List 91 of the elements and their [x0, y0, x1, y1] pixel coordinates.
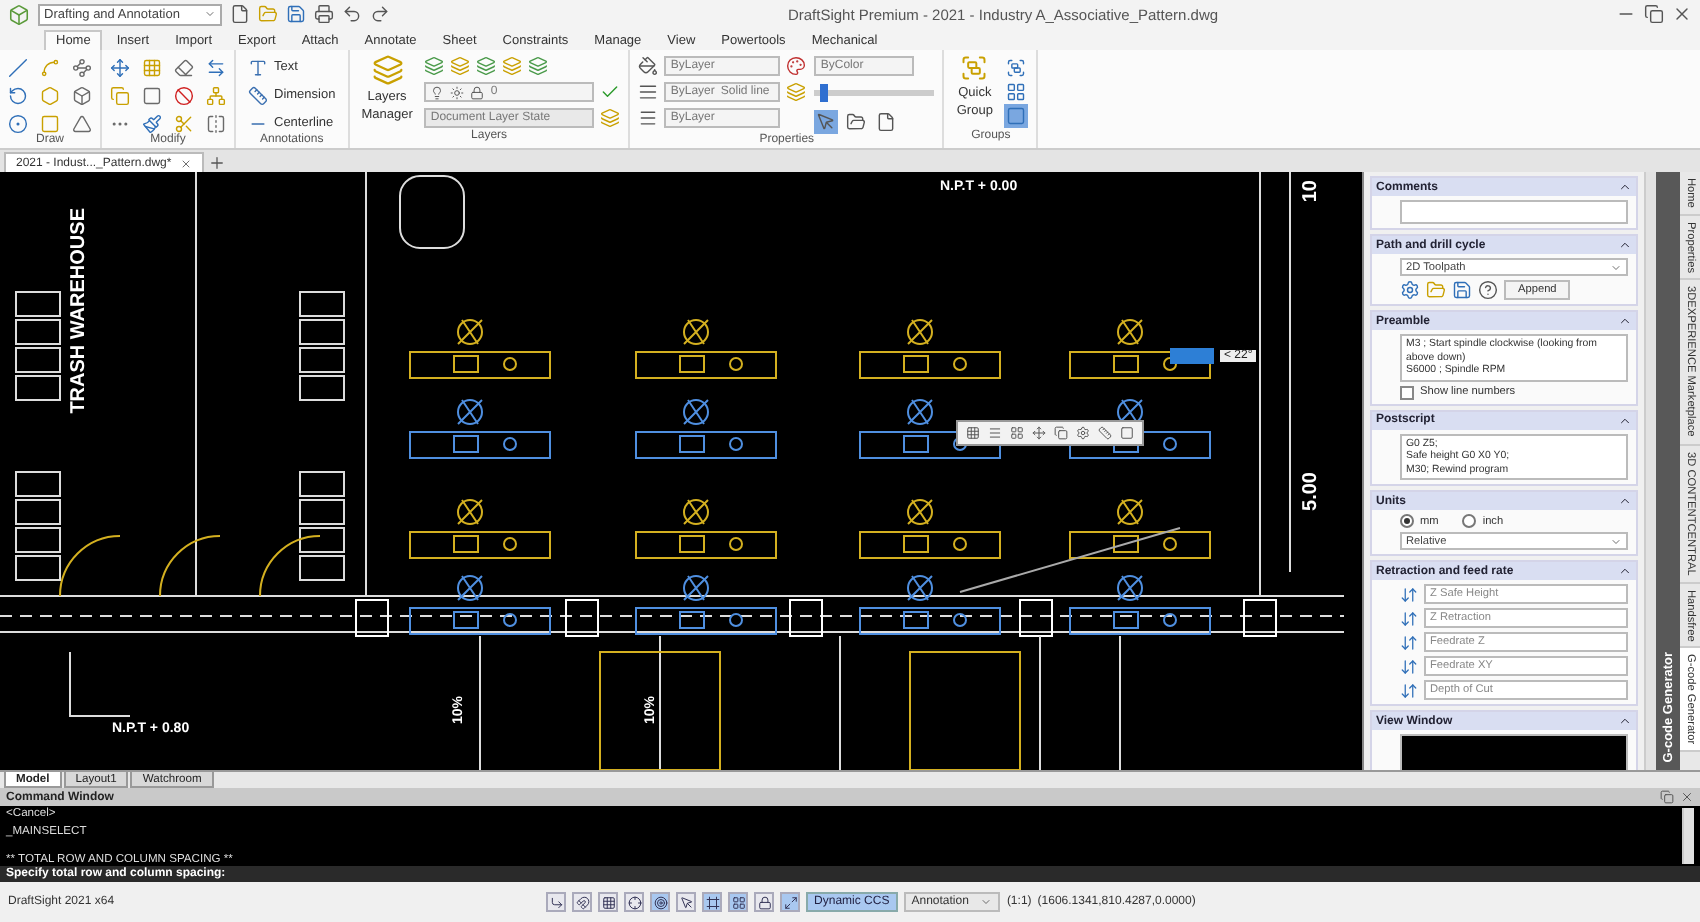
group-icon[interactable]: [1006, 58, 1027, 78]
lineweight-icon[interactable]: [638, 108, 659, 128]
square-icon[interactable]: [1120, 426, 1134, 440]
collapse-icon[interactable]: [1618, 413, 1632, 427]
mirror-icon[interactable]: [206, 114, 226, 134]
radio-button[interactable]: [1462, 514, 1477, 528]
pointer-icon[interactable]: [679, 895, 694, 909]
close-icon[interactable]: [1672, 4, 1692, 24]
paint-bucket-icon[interactable]: [638, 56, 659, 76]
axis-icon: [1400, 609, 1418, 627]
chevron-down-icon: [1610, 261, 1622, 273]
layout-icon[interactable]: [731, 895, 746, 909]
stretch-icon[interactable]: [206, 58, 226, 78]
triangle-icon[interactable]: [72, 114, 92, 134]
redo-icon[interactable]: [370, 4, 390, 24]
new-file-icon[interactable]: [230, 4, 250, 24]
chevron-down-icon: [980, 896, 993, 908]
box-icon[interactable]: [72, 86, 92, 106]
dimension-label: 5.00: [1300, 472, 1322, 511]
layer-icon[interactable]: [424, 56, 445, 76]
circle-icon[interactable]: [8, 114, 28, 134]
copy-icon[interactable]: [1054, 426, 1068, 440]
square-icon[interactable]: [142, 86, 162, 106]
layer-icon[interactable]: [476, 56, 497, 76]
grid-icon[interactable]: [1006, 82, 1027, 102]
file-icon[interactable]: [876, 112, 897, 132]
linetype-icon[interactable]: [638, 82, 659, 102]
nodes-icon[interactable]: [72, 58, 92, 78]
bulb-icon: [430, 85, 445, 99]
collapse-icon[interactable]: [1618, 494, 1632, 508]
chevron-down-icon: [1610, 535, 1622, 547]
axis-icon: [1400, 681, 1418, 699]
move-icon[interactable]: [110, 58, 130, 78]
drawing-label: TRASH WAREHOUSE: [68, 208, 90, 414]
line-icon[interactable]: [8, 58, 28, 78]
scrollbar[interactable]: [1682, 808, 1694, 864]
collapse-icon[interactable]: [1618, 314, 1632, 328]
transparency-slider[interactable]: [814, 90, 935, 96]
folder-icon[interactable]: [846, 112, 867, 132]
undo-icon[interactable]: [342, 4, 362, 24]
axis-icon: [1400, 657, 1418, 675]
move-icon[interactable]: [1032, 426, 1046, 440]
restore-icon[interactable]: [1660, 790, 1674, 804]
lock-icon: [470, 85, 485, 99]
save-icon[interactable]: [286, 4, 306, 24]
app-logo-icon[interactable]: [8, 3, 30, 25]
dimension-input[interactable]: [1170, 348, 1214, 364]
axis-icon: [1400, 633, 1418, 651]
menu-icon[interactable]: [988, 426, 1002, 440]
settings-icon[interactable]: [1076, 426, 1090, 440]
text-icon: [248, 57, 268, 77]
frame-icon[interactable]: [705, 895, 720, 909]
collapse-icon[interactable]: [1618, 238, 1632, 252]
ban-icon[interactable]: [174, 86, 194, 106]
layer-icon[interactable]: [528, 56, 549, 76]
print-icon[interactable]: [314, 4, 334, 24]
brush-icon[interactable]: [142, 114, 162, 134]
eraser-icon[interactable]: [174, 58, 194, 78]
help-icon[interactable]: [1478, 280, 1498, 300]
scrollbar[interactable]: [1644, 172, 1656, 770]
radio-button[interactable]: [1400, 514, 1414, 528]
target-icon[interactable]: [653, 895, 668, 909]
group-icon: [960, 54, 989, 82]
collapse-icon[interactable]: [1618, 180, 1632, 194]
close-icon[interactable]: [1680, 790, 1694, 804]
new-tab-icon[interactable]: [207, 154, 226, 172]
ruler-icon: [248, 85, 268, 105]
magnet-icon[interactable]: [575, 895, 590, 909]
arc-icon[interactable]: [8, 86, 28, 106]
close-icon: [179, 157, 192, 169]
lock-icon[interactable]: [757, 895, 772, 909]
settings-icon[interactable]: [1400, 280, 1420, 300]
dimension-label: 10: [1300, 180, 1322, 203]
palette-icon[interactable]: [786, 56, 807, 76]
ruler-icon[interactable]: [1098, 426, 1112, 440]
collapse-icon[interactable]: [1618, 564, 1632, 578]
snap-icon[interactable]: [549, 895, 564, 909]
crosshair-icon[interactable]: [627, 895, 642, 909]
expand-icon[interactable]: [783, 895, 798, 909]
layers-icon: [371, 54, 404, 86]
sun-icon: [450, 85, 465, 99]
axis-icon: [1400, 585, 1418, 603]
save-icon[interactable]: [1452, 280, 1472, 300]
layout-icon[interactable]: [1010, 426, 1024, 440]
grid-icon[interactable]: [966, 426, 980, 440]
check-icon[interactable]: [600, 82, 621, 102]
checkbox[interactable]: [1400, 385, 1414, 399]
collapse-icon[interactable]: [1618, 714, 1632, 728]
grid-icon[interactable]: [601, 895, 616, 909]
restore-icon[interactable]: [1644, 4, 1664, 24]
chevron-down-icon: [204, 8, 216, 20]
